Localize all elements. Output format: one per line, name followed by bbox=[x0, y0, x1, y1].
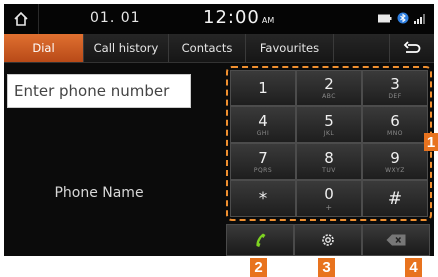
settings-icon bbox=[322, 234, 334, 246]
phone-name-label: Phone Name bbox=[54, 185, 144, 201]
callout-4: 4 bbox=[405, 258, 422, 277]
key-3-letters: DEF bbox=[388, 93, 402, 100]
key-5[interactable]: 5 JKL bbox=[296, 106, 362, 143]
action-bar bbox=[226, 224, 432, 256]
key-0-digit: 0 bbox=[324, 184, 334, 203]
key-9-digit: 9 bbox=[390, 148, 400, 167]
key-9[interactable]: 9 WXYZ bbox=[362, 143, 428, 180]
backspace-icon bbox=[386, 234, 406, 246]
key-4-digit: 4 bbox=[258, 111, 268, 130]
status-icons bbox=[378, 12, 428, 24]
key-0[interactable]: 0 + bbox=[296, 180, 362, 217]
battery-icon bbox=[378, 14, 392, 22]
key-5-digit: 5 bbox=[324, 111, 334, 130]
key-4[interactable]: 4 GHI bbox=[230, 106, 296, 143]
status-clock: 12:00 AM bbox=[203, 7, 274, 28]
home-icon bbox=[14, 11, 28, 26]
key-7-digit: 7 bbox=[258, 148, 268, 167]
key-hash-symbol: # bbox=[387, 188, 403, 209]
key-3-digit: 3 bbox=[390, 75, 400, 93]
back-button[interactable] bbox=[389, 34, 434, 62]
tab-contacts[interactable]: Contacts bbox=[169, 34, 246, 62]
key-2-digit: 2 bbox=[324, 75, 334, 93]
settings-button[interactable] bbox=[294, 224, 362, 256]
phone-dial-screen: 01. 01 12:00 AM Dial Call history Contac… bbox=[4, 4, 434, 256]
tab-call-history[interactable]: Call history bbox=[84, 34, 169, 62]
key-5-letters: JKL bbox=[323, 129, 335, 137]
dial-keypad: 1 2 ABC 3 DEF 4 GHI 5 JKL 6 MNO 7 PQRS 8 TUV 9W… bbox=[226, 66, 432, 221]
status-time: 12:00 bbox=[203, 7, 260, 28]
key-7[interactable]: 7 PQRS bbox=[230, 143, 296, 180]
key-8[interactable]: 8 TUV bbox=[296, 143, 362, 180]
signal-icon bbox=[414, 13, 425, 24]
key-star[interactable]: * bbox=[230, 180, 296, 217]
status-date: 01. 01 bbox=[90, 10, 141, 26]
tab-dial[interactable]: Dial bbox=[4, 34, 84, 62]
key-hash[interactable]: # bbox=[362, 180, 428, 217]
key-2-letters: ABC bbox=[322, 93, 336, 100]
key-4-letters: GHI bbox=[256, 129, 270, 137]
screen: 01. 01 12:00 AM Dial Call history Contac… bbox=[0, 0, 438, 277]
key-8-letters: TUV bbox=[322, 166, 336, 174]
back-icon bbox=[403, 41, 421, 53]
key-9-letters: WXYZ bbox=[385, 166, 405, 174]
key-star-symbol: * bbox=[258, 188, 268, 209]
callout-3: 3 bbox=[318, 258, 335, 277]
key-2[interactable]: 2 ABC bbox=[296, 70, 362, 106]
key-6-digit: 6 bbox=[390, 111, 400, 130]
call-icon bbox=[256, 233, 266, 247]
call-button[interactable] bbox=[226, 224, 294, 256]
key-1-digit: 1 bbox=[258, 79, 268, 97]
key-7-letters: PQRS bbox=[253, 166, 273, 174]
status-ampm: AM bbox=[261, 16, 275, 25]
key-0-plus: + bbox=[325, 202, 333, 212]
phone-number-input[interactable]: Enter phone number bbox=[7, 74, 191, 108]
bluetooth-icon bbox=[397, 12, 409, 24]
status-bar: 01. 01 12:00 AM bbox=[4, 4, 434, 34]
home-button[interactable] bbox=[4, 4, 39, 34]
tab-bar: Dial Call history Contacts Favourites bbox=[4, 34, 434, 63]
callout-2: 2 bbox=[250, 258, 267, 277]
key-8-digit: 8 bbox=[324, 148, 334, 167]
key-3[interactable]: 3 DEF bbox=[362, 70, 428, 106]
key-6[interactable]: 6 MNO bbox=[362, 106, 428, 143]
callout-1: 1 bbox=[424, 133, 438, 151]
tab-favourites[interactable]: Favourites bbox=[246, 34, 334, 62]
key-1[interactable]: 1 bbox=[230, 70, 296, 106]
backspace-button[interactable] bbox=[362, 224, 430, 256]
key-6-letters: MNO bbox=[387, 129, 403, 137]
